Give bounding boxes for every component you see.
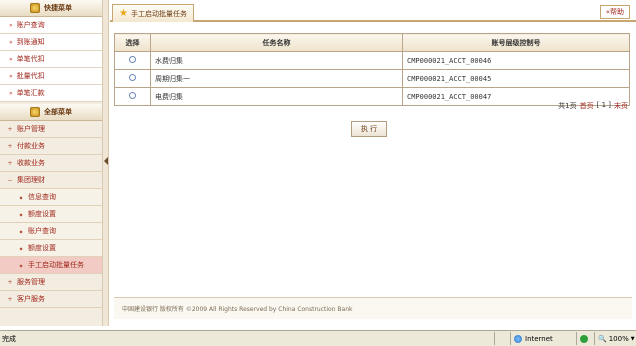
task-name-cell: 水费归集 — [150, 51, 403, 70]
status-text: 完成 — [2, 334, 16, 343]
browser-status-bar: 完成 Internet 🔍 100% ▼ — [0, 330, 636, 346]
bullet-icon: ◆ — [19, 228, 23, 234]
submenu-item-account-query[interactable]: ◆ 账户查询 — [0, 223, 102, 240]
tab-manual-batch-task[interactable]: ★ 手工启动批量任务 — [112, 4, 194, 22]
expand-icon: + — [7, 142, 13, 150]
menu-icon — [30, 107, 40, 117]
collapse-arrow-icon[interactable] — [104, 157, 108, 165]
menu-item-service-management[interactable]: + 服务管理 — [0, 274, 102, 291]
star-icon: ★ — [119, 8, 128, 19]
all-menu-header: 全部菜单 — [0, 104, 102, 121]
menu-item-collection[interactable]: + 收款业务 — [0, 155, 102, 172]
quick-menu-header: 快捷菜单 — [0, 0, 102, 17]
submenu-item-limit-setting-2[interactable]: ◆ 额度设置 — [0, 240, 102, 257]
menu-item-account-management[interactable]: + 账户管理 — [0, 121, 102, 138]
col-header-select: 选择 — [114, 33, 151, 52]
collapse-icon: − — [7, 176, 13, 184]
bullet-icon: ◆ — [19, 245, 23, 251]
bullet-icon: ◆ — [19, 211, 23, 217]
expand-icon: + — [7, 278, 13, 286]
sidebar-splitter[interactable] — [103, 0, 109, 326]
menu-item-group-finance[interactable]: − 集团理财 — [0, 172, 102, 189]
arrow-right-icon: » — [9, 21, 13, 29]
page-number-input[interactable]: [ 1 ] — [597, 101, 611, 111]
bullet-icon: ◆ — [19, 262, 23, 268]
expand-icon: + — [7, 159, 13, 167]
quick-menu-list: » 账户查询 » 到账通知 » 单笔代扣 » 批量代扣 » 单笔汇款 — [0, 17, 102, 102]
control-no-cell: CMP000021_ACCT_00046 — [402, 51, 630, 70]
menu-item-payment[interactable]: + 付款业务 — [0, 138, 102, 155]
protected-mode-pane — [576, 332, 594, 345]
pagination: 共1页 首页 [ 1 ] 末页 — [558, 101, 628, 111]
security-zone: Internet — [510, 332, 576, 345]
quick-item-single-debit[interactable]: » 单笔代扣 — [0, 51, 102, 68]
first-page-link[interactable]: 首页 — [580, 101, 594, 111]
quick-item-single-remit[interactable]: » 单笔汇款 — [0, 85, 102, 102]
expand-icon: + — [7, 125, 13, 133]
select-radio[interactable] — [129, 56, 136, 63]
control-no-cell: CMP000021_ACCT_00045 — [402, 69, 630, 88]
submenu-item-limit-setting[interactable]: ◆ 额度设置 — [0, 206, 102, 223]
quick-menu-title: 快捷菜单 — [44, 4, 72, 12]
last-page-link[interactable]: 末页 — [614, 101, 628, 111]
main-content: ★ 手工启动批量任务 «帮助 选择 任务名称 账号层级控制号 水费归集 CMP0… — [110, 0, 636, 326]
select-radio[interactable] — [129, 74, 136, 81]
task-name-cell: 周期归集一 — [150, 69, 403, 88]
sidebar: 快捷菜单 » 账户查询 » 到账通知 » 单笔代扣 » 批量代扣 » 单笔汇款 全部菜单 … — [0, 0, 103, 326]
quick-item-account-query[interactable]: » 账户查询 — [0, 17, 102, 34]
help-button[interactable]: «帮助 — [599, 5, 630, 19]
all-menu-list: + 账户管理 + 付款业务 + 收款业务 − 集团理财 ◆ 信息查询 ◆ 额度设置 ◆ 账户查… — [0, 121, 102, 308]
status-pane — [494, 332, 510, 345]
arrow-right-icon: » — [9, 89, 13, 97]
protected-mode-icon — [580, 334, 588, 343]
select-cell — [114, 87, 151, 106]
task-name-cell: 电费归集 — [150, 87, 403, 106]
select-cell — [114, 51, 151, 70]
chevron-down-icon: ▼ — [630, 335, 635, 342]
copyright-footer: 中国建设银行 版权所有 ©2009 All Rights Reserved by… — [114, 297, 632, 319]
table-row: 水费归集 CMP000021_ACCT_00046 — [114, 51, 630, 70]
zoom-icon: 🔍 — [598, 334, 607, 343]
table-row: 电费归集 CMP000021_ACCT_00047 — [114, 87, 630, 106]
tab-bar: ★ 手工启动批量任务 «帮助 — [110, 0, 636, 22]
bullet-icon: ◆ — [19, 194, 23, 200]
expand-icon: + — [7, 295, 13, 303]
globe-icon — [514, 334, 522, 343]
menu-item-customer-service[interactable]: + 客户服务 — [0, 291, 102, 308]
table-header-row: 选择 任务名称 账号层级控制号 — [114, 33, 630, 52]
submenu-item-info-query[interactable]: ◆ 信息查询 — [0, 189, 102, 206]
task-table: 选择 任务名称 账号层级控制号 水费归集 CMP000021_ACCT_0004… — [114, 33, 630, 106]
page-total: 共1页 — [558, 102, 577, 110]
select-radio[interactable] — [129, 92, 136, 99]
menu-icon — [30, 3, 40, 13]
arrow-right-icon: » — [9, 38, 13, 46]
table-row: 周期归集一 CMP000021_ACCT_00045 — [114, 69, 630, 88]
quick-item-batch-debit[interactable]: » 批量代扣 — [0, 68, 102, 85]
quick-item-arrival-notice[interactable]: » 到账通知 — [0, 34, 102, 51]
zoom-control[interactable]: 🔍 100% ▼ — [594, 332, 636, 345]
col-header-control-no: 账号层级控制号 — [402, 33, 630, 52]
arrow-right-icon: » — [9, 72, 13, 80]
arrow-right-icon: » — [9, 55, 13, 63]
submenu-item-manual-batch-task[interactable]: ◆ 手工启动批量任务 — [0, 257, 102, 274]
all-menu-title: 全部菜单 — [44, 108, 72, 116]
select-cell — [114, 69, 151, 88]
col-header-task-name: 任务名称 — [150, 33, 403, 52]
execute-button[interactable]: 执 行 — [351, 121, 387, 137]
